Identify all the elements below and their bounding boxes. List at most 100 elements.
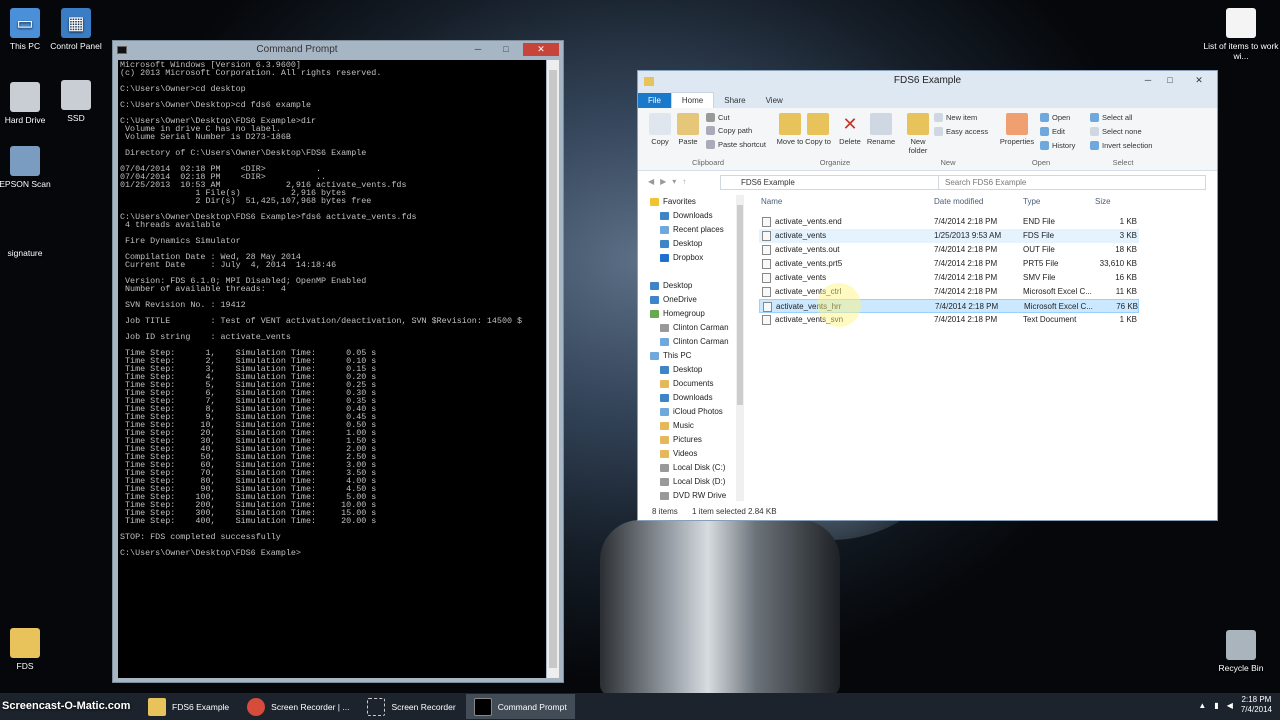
history-button[interactable]: History [1040, 141, 1075, 150]
desktop-icon-ssd[interactable]: SSD [38, 80, 114, 123]
scrollbar-thumb[interactable] [549, 70, 557, 668]
column-name[interactable]: Name [761, 197, 782, 206]
file-type: FDS File [1023, 231, 1055, 240]
console-line: C:\Users\Owner\Desktop>cd fds6 example [120, 100, 311, 110]
nav-item[interactable]: Documents [646, 377, 746, 391]
chrome-icon [247, 697, 266, 716]
desktop-icon-recycle-bin[interactable]: Recycle Bin [1203, 630, 1279, 673]
maximize-button[interactable]: □ [495, 43, 517, 56]
network-icon[interactable]: ▮ [1214, 701, 1218, 710]
nav-item[interactable]: Favorites [646, 195, 746, 209]
copy-path-button[interactable]: Copy path [706, 126, 752, 135]
edit-button[interactable]: Edit [1040, 127, 1065, 136]
nav-item-label: Downloads [673, 393, 713, 402]
nav-item[interactable]: iCloud Photos [646, 405, 746, 419]
close-button[interactable]: ✕ [523, 43, 559, 56]
file-row[interactable]: activate_vents.prt5 7/4/2014 2:18 PM PRT5 … [759, 257, 1139, 271]
nav-item[interactable] [646, 265, 746, 279]
tab-file[interactable]: File [638, 93, 671, 108]
search-input[interactable]: Search FDS6 Example [938, 175, 1206, 190]
console-output[interactable]: Microsoft Windows [Version 6.3.9600] (c) … [118, 60, 546, 678]
paste-shortcut-button[interactable]: Paste shortcut [706, 140, 766, 149]
open-button[interactable]: Open [1040, 113, 1070, 122]
file-row[interactable]: activate_vents_svn 7/4/2014 2:18 PM Text D… [759, 313, 1139, 327]
nav-item[interactable]: Clinton Carman [646, 335, 746, 349]
delete-button[interactable]: ✕ Delete [836, 113, 864, 146]
paste-button[interactable]: Paste [674, 113, 702, 146]
file-explorer-window[interactable]: FDS6 Example ─ □ ✕ File Home Share View … [637, 70, 1218, 521]
copy-button[interactable]: Copy [646, 113, 674, 146]
nav-item[interactable]: Desktop [646, 279, 746, 293]
scrollbar-thumb[interactable] [737, 205, 743, 405]
cut-button[interactable]: Cut [706, 113, 730, 122]
minimize-button[interactable]: ─ [1137, 71, 1159, 89]
minimize-button[interactable]: ─ [467, 43, 489, 56]
file-row[interactable]: activate_vents.out 7/4/2014 2:18 PM OUT Fi… [759, 243, 1139, 257]
tab-view[interactable]: View [756, 93, 793, 108]
copy-to-button[interactable]: Copy to [804, 113, 832, 146]
nav-item[interactable]: Videos [646, 447, 746, 461]
navigation-pane[interactable]: Favorites Downloads Recent places Desktop Dr… [646, 195, 746, 501]
desktop-icon-control-panel[interactable]: ▦ Control Panel [38, 8, 114, 51]
explorer-title-bar[interactable]: FDS6 Example ─ □ ✕ [638, 71, 1217, 91]
properties-button[interactable]: Properties [998, 113, 1036, 146]
column-size[interactable]: Size [1095, 197, 1111, 206]
desktop-icon-list-of-items[interactable]: List of items to work wi... [1203, 8, 1279, 61]
cmd-title-bar[interactable]: Command Prompt ─ □ ✕ [113, 41, 563, 58]
nav-item[interactable]: Clinton Carman [646, 321, 746, 335]
easy-access-button[interactable]: Easy access [934, 127, 988, 136]
nav-item[interactable]: Downloads [646, 209, 746, 223]
nav-item[interactable]: Dropbox [646, 251, 746, 265]
desktop-icon-signature[interactable]: signature [0, 248, 63, 258]
move-to-button[interactable]: Move to [776, 113, 804, 146]
tab-share[interactable]: Share [714, 93, 755, 108]
console-line: Job TITLE : Test of VENT activation/deac… [120, 316, 523, 326]
file-row[interactable]: activate_vents 1/25/2013 9:53 AM FDS File 3… [759, 229, 1139, 243]
clock[interactable]: 2:18 PM 7/4/2014 [1241, 695, 1272, 715]
show-hidden-icons[interactable]: ▲ [1198, 701, 1206, 710]
nav-item[interactable]: Downloads [646, 391, 746, 405]
nav-item[interactable]: DVD RW Drive [646, 489, 746, 501]
screen-recorder-icon [367, 697, 386, 716]
file-row[interactable]: activate_vents_hrr 7/4/2014 2:18 PM Micros… [759, 299, 1139, 313]
column-date-modified[interactable]: Date modified [934, 197, 983, 206]
close-button[interactable]: ✕ [1181, 71, 1217, 89]
command-prompt-window[interactable]: Command Prompt ─ □ ✕ Microsoft Windows [… [112, 40, 564, 683]
taskbar-item-explorer[interactable]: FDS6 Example [140, 694, 237, 719]
nav-item-icon [660, 422, 669, 430]
taskbar-item-screen-recorder-browser[interactable]: Screen Recorder | ... [239, 694, 357, 719]
nav-item[interactable]: Desktop [646, 363, 746, 377]
column-type[interactable]: Type [1023, 197, 1040, 206]
console-line: Time Step: 400, Simulation Time: 20.00 s [120, 516, 377, 526]
nav-item[interactable]: Local Disk (D:) [646, 475, 746, 489]
cmd-scrollbar[interactable] [547, 60, 559, 678]
nav-item-icon [660, 338, 669, 346]
file-row[interactable]: activate_vents 7/4/2014 2:18 PM SMV File 16… [759, 271, 1139, 285]
taskbar-item-screen-recorder[interactable]: Screen Recorder [359, 694, 463, 719]
nav-item[interactable]: Pictures [646, 433, 746, 447]
invert-selection-button[interactable]: Invert selection [1090, 141, 1152, 150]
file-row[interactable]: activate_vents_ctrl 7/4/2014 2:18 PM Micro… [759, 285, 1139, 299]
nav-pane-scrollbar[interactable] [736, 195, 744, 501]
maximize-button[interactable]: □ [1159, 71, 1181, 89]
nav-item[interactable]: Recent places [646, 223, 746, 237]
console-line: C:\Users\Owner>cd desktop [120, 84, 246, 94]
taskbar-item-command-prompt[interactable]: Command Prompt [465, 694, 575, 719]
desktop-icon-fds[interactable]: FDS [0, 628, 63, 671]
rename-button[interactable]: Rename [865, 113, 897, 146]
nav-item[interactable]: Local Disk (C:) [646, 461, 746, 475]
new-folder-button[interactable]: New folder [903, 113, 933, 155]
nav-item[interactable]: Homegroup [646, 307, 746, 321]
select-all-button[interactable]: Select all [1090, 113, 1132, 122]
desktop-icon-epson-scan[interactable]: EPSON Scan [0, 146, 63, 189]
file-row[interactable]: activate_vents.end 7/4/2014 2:18 PM END Fi… [759, 215, 1139, 229]
nav-item[interactable]: OneDrive [646, 293, 746, 307]
volume-icon[interactable]: ◀ [1227, 701, 1233, 710]
nav-buttons[interactable]: ◀▶▾↑ [648, 177, 692, 186]
nav-item[interactable]: Desktop [646, 237, 746, 251]
nav-item[interactable]: This PC [646, 349, 746, 363]
select-none-button[interactable]: Select none [1090, 127, 1142, 136]
new-item-button[interactable]: New item [934, 113, 977, 122]
tab-home[interactable]: Home [670, 92, 715, 108]
nav-item[interactable]: Music [646, 419, 746, 433]
